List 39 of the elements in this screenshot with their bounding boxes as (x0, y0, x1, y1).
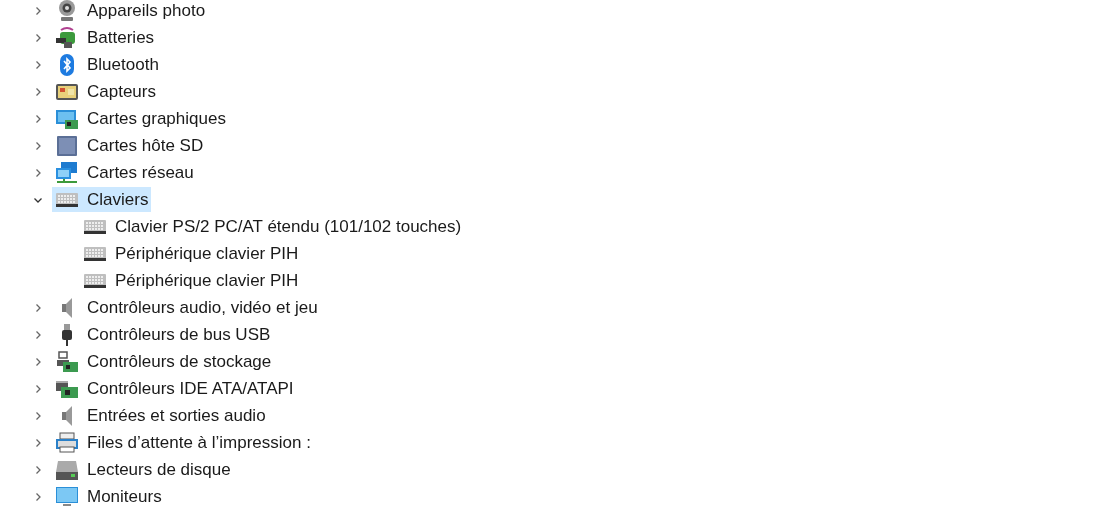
tree-item[interactable]: Claviers (52, 187, 152, 212)
expand-chevron-icon[interactable] (33, 59, 43, 70)
sd-card-icon (55, 133, 79, 158)
tree-item[interactable]: Cartes hôte SD (52, 133, 207, 158)
tree-item[interactable]: Clavier PS/2 PC/AT étendu (101/102 touches) (80, 214, 465, 239)
expand-chevron-icon[interactable] (33, 329, 43, 340)
storage-controller-icon (55, 349, 79, 374)
tree-item[interactable]: Files d’attente à l’impression : (52, 430, 314, 455)
expand-chevron-icon[interactable] (33, 464, 43, 475)
tree-item[interactable]: Bluetooth (52, 52, 162, 77)
expand-chevron-icon[interactable] (33, 437, 43, 448)
expand-chevron-icon[interactable] (33, 356, 43, 367)
tree-item[interactable]: Moniteurs (52, 484, 165, 508)
printer-icon (55, 430, 79, 455)
expand-chevron-icon[interactable] (33, 491, 43, 502)
expand-chevron-icon[interactable] (33, 167, 43, 178)
tree-item[interactable]: Capteurs (52, 79, 159, 104)
expand-chevron-icon[interactable] (33, 383, 43, 394)
tree-item[interactable]: Périphérique clavier PIH (80, 241, 302, 266)
expand-chevron-icon[interactable] (33, 86, 43, 97)
tree-item[interactable]: Contrôleurs de stockage (52, 349, 275, 374)
expand-chevron-icon[interactable] (33, 113, 43, 124)
tree-item[interactable]: Périphérique clavier PIH (80, 268, 302, 293)
tree-item[interactable]: Entrées et sorties audio (52, 403, 269, 428)
tree-item[interactable]: Cartes réseau (52, 160, 197, 185)
tree-item[interactable]: Appareils photo (52, 0, 209, 23)
expand-chevron-icon[interactable] (33, 302, 43, 313)
network-icon (55, 160, 79, 185)
expand-chevron-icon[interactable] (33, 410, 43, 421)
tree-item[interactable]: Lecteurs de disque (52, 457, 234, 482)
tree-item[interactable]: Contrôleurs IDE ATA/ATAPI (52, 376, 297, 401)
tree-item[interactable]: Contrôleurs audio, vidéo et jeu (52, 295, 321, 320)
expand-chevron-icon[interactable] (33, 32, 43, 43)
tree-item[interactable]: Batteries (52, 25, 158, 50)
expand-chevron-icon[interactable] (33, 140, 43, 151)
expand-chevron-icon[interactable] (33, 5, 43, 16)
monitor-icon (55, 484, 79, 508)
tree-item[interactable]: Cartes graphiques (52, 106, 229, 131)
tree-item[interactable]: Contrôleurs de bus USB (52, 322, 274, 347)
